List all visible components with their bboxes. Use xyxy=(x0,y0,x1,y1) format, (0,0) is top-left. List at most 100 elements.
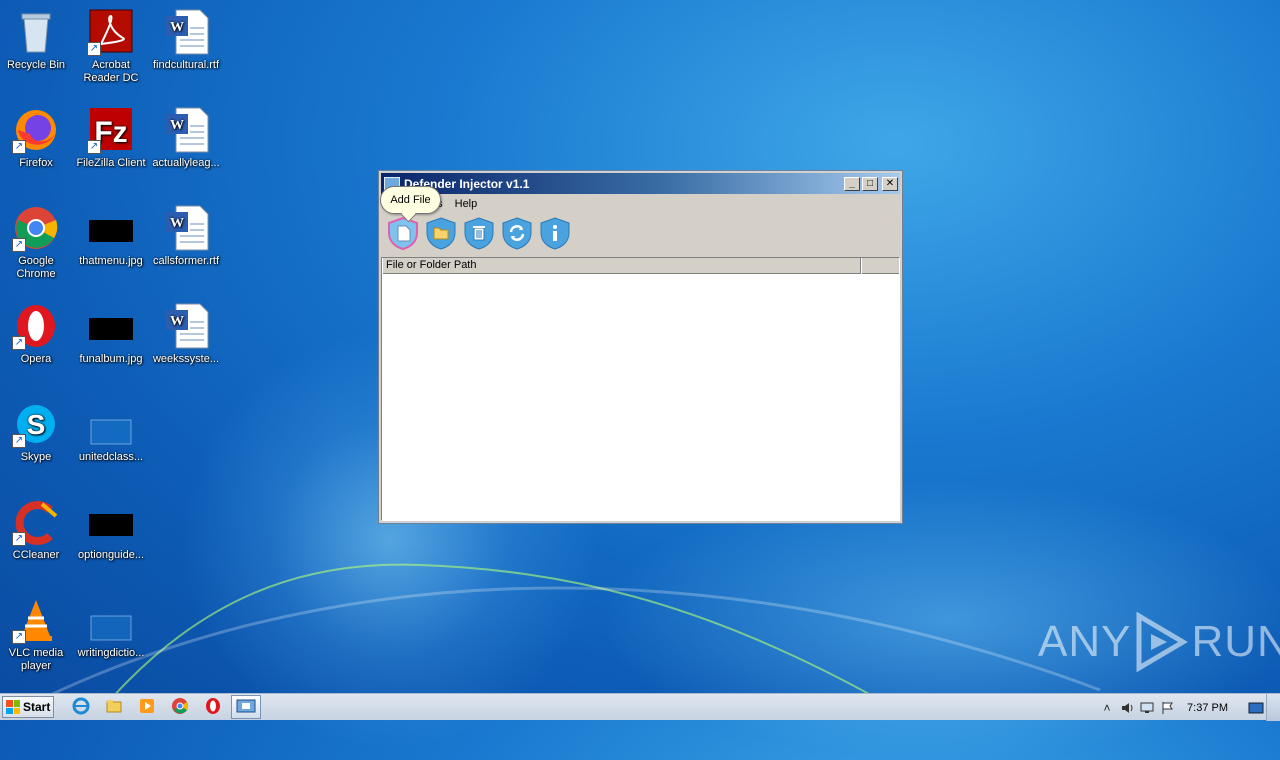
show-hidden-icons-icon[interactable]: ˄ xyxy=(1097,700,1117,716)
menu-help[interactable]: Help xyxy=(449,198,484,210)
refresh-icon xyxy=(500,216,534,250)
delete-button[interactable] xyxy=(461,215,497,251)
svg-text:W: W xyxy=(170,118,184,133)
file-icon xyxy=(87,400,135,448)
svg-text:W: W xyxy=(170,314,184,329)
internet-explorer-icon xyxy=(72,697,90,718)
word-document-icon: W xyxy=(162,8,210,56)
defender-injector-icon xyxy=(236,698,256,717)
desktop-icon-opera[interactable]: ↗ Opera xyxy=(0,296,74,366)
add-file-icon xyxy=(386,216,420,250)
svg-text:W: W xyxy=(170,216,184,231)
word-document-icon: W xyxy=(162,204,210,252)
acrobat-icon: ↗ xyxy=(87,8,135,56)
desktop-icon-optionguide[interactable]: optionguide... xyxy=(73,492,149,562)
taskbar-media-player[interactable] xyxy=(132,695,162,719)
info-icon xyxy=(538,216,572,250)
desktop-icon-callsformer[interactable]: W callsformer.rtf xyxy=(148,198,224,268)
firefox-icon: ↗ xyxy=(12,106,60,154)
taskbar-opera[interactable] xyxy=(198,695,228,719)
notification-icon[interactable] xyxy=(1246,700,1266,716)
opera-icon: ↗ xyxy=(12,302,60,350)
opera-icon xyxy=(204,697,222,718)
image-thumbnail-icon xyxy=(87,498,135,546)
desktop-icon-weekssyste[interactable]: W weekssyste... xyxy=(148,296,224,366)
volume-icon[interactable] xyxy=(1117,700,1137,716)
taskbar-internet-explorer[interactable] xyxy=(66,695,96,719)
toolbar xyxy=(379,213,902,253)
close-button[interactable]: ✕ xyxy=(882,176,898,191)
watermark-text-right: RUN xyxy=(1191,617,1280,666)
delete-icon xyxy=(462,216,496,250)
ccleaner-icon: ↗ xyxy=(12,498,60,546)
file-icon xyxy=(87,596,135,644)
desktop-icon-recycle-bin[interactable]: Recycle Bin xyxy=(0,2,74,72)
start-button[interactable]: Start xyxy=(2,696,54,718)
window-title: Defender Injector v1.1 xyxy=(404,176,530,191)
refresh-button[interactable] xyxy=(499,215,535,251)
desktop-icon-acrobat[interactable]: ↗ Acrobat Reader DC xyxy=(73,2,149,85)
desktop-icon-label: Opera xyxy=(20,353,52,365)
desktop-icon-label: CCleaner xyxy=(12,549,60,561)
media-player-icon xyxy=(138,697,156,718)
shortcut-arrow-icon: ↗ xyxy=(12,434,26,448)
add-folder-button[interactable] xyxy=(423,215,459,251)
column-header-path[interactable]: File or Folder Path xyxy=(382,258,861,274)
column-header-extra[interactable] xyxy=(861,258,899,274)
desktop-icon-unitedclass[interactable]: unitedclass... xyxy=(73,394,149,464)
taskbar-explorer[interactable] xyxy=(99,695,129,719)
word-document-icon: W xyxy=(162,106,210,154)
desktop-icon-label: actuallyleag... xyxy=(152,157,220,169)
explorer-icon xyxy=(105,697,123,718)
shortcut-arrow-icon: ↗ xyxy=(12,140,26,154)
maximize-button[interactable]: □ xyxy=(862,176,878,191)
shortcut-arrow-icon: ↗ xyxy=(87,42,101,56)
chrome-icon xyxy=(171,697,189,718)
desktop-icon-label: unitedclass... xyxy=(78,451,144,463)
desktop-icon-writingdictio[interactable]: writingdictio... xyxy=(73,590,149,660)
image-thumbnail-icon xyxy=(87,204,135,252)
info-button[interactable] xyxy=(537,215,573,251)
add-folder-icon xyxy=(424,216,458,250)
desktop-icon-label: writingdictio... xyxy=(77,647,145,659)
desktop-icon-label: Firefox xyxy=(19,157,53,169)
desktop-icon-label: Recycle Bin xyxy=(6,59,66,71)
desktop-icon-vlc[interactable]: ↗ VLC media player xyxy=(0,590,74,673)
minimize-button[interactable]: _ xyxy=(844,176,860,191)
taskbar-defender-injector[interactable] xyxy=(231,695,261,719)
desktop-icon-findcultural[interactable]: W findcultural.rtf xyxy=(148,2,224,72)
title-bar[interactable]: Defender Injector v1.1 _ □ ✕ xyxy=(381,173,900,194)
show-desktop-button[interactable] xyxy=(1266,694,1280,721)
desktop-icon-label: weekssyste... xyxy=(152,353,220,365)
desktop-icon-label: funalbum.jpg xyxy=(79,353,143,365)
desktop-icon-label: VLC media player xyxy=(8,647,64,672)
desktop-icon-filezilla[interactable]: Fz ↗ FileZilla Client xyxy=(73,100,149,170)
play-icon xyxy=(1136,612,1189,672)
desktop-icon-funalbum[interactable]: funalbum.jpg xyxy=(73,296,149,366)
desktop-icon-label: Skype xyxy=(20,451,52,463)
list-header: File or Folder Path xyxy=(382,258,899,274)
desktop-icon-chrome[interactable]: ↗ Google Chrome xyxy=(0,198,74,281)
clock[interactable]: 7:37 PM xyxy=(1187,702,1228,714)
desktop-icon-firefox[interactable]: ↗ Firefox xyxy=(0,100,74,170)
desktop-icon-skype[interactable]: S ↗ Skype xyxy=(0,394,74,464)
desktop-icon-thatmenu[interactable]: thatmenu.jpg xyxy=(73,198,149,268)
desktop-icon-ccleaner[interactable]: ↗ CCleaner xyxy=(0,492,74,562)
chrome-icon: ↗ xyxy=(12,204,60,252)
desktop-icon-label: findcultural.rtf xyxy=(152,59,220,71)
action-center-flag-icon[interactable] xyxy=(1157,700,1177,716)
anyrun-watermark: ANY RUN xyxy=(1038,612,1280,672)
desktop-icon-label: callsformer.rtf xyxy=(152,255,219,267)
desktop-icon-label: optionguide... xyxy=(77,549,145,561)
add-file-button[interactable] xyxy=(385,215,421,251)
defender-injector-window[interactable]: Defender Injector v1.1 _ □ ✕ ns Help xyxy=(378,170,903,524)
menu-bar: ns Help xyxy=(379,194,902,213)
desktop-icon-label: Google Chrome xyxy=(16,255,56,280)
desktop-icon-label: Acrobat Reader DC xyxy=(83,59,139,84)
file-list[interactable]: File or Folder Path xyxy=(381,257,900,521)
desktop-icon-actuallyleag[interactable]: W actuallyleag... xyxy=(148,100,224,170)
word-document-icon: W xyxy=(162,302,210,350)
network-icon[interactable] xyxy=(1137,700,1157,716)
taskbar: Start ˄ 7:37 PM xyxy=(0,693,1280,721)
taskbar-chrome[interactable] xyxy=(165,695,195,719)
